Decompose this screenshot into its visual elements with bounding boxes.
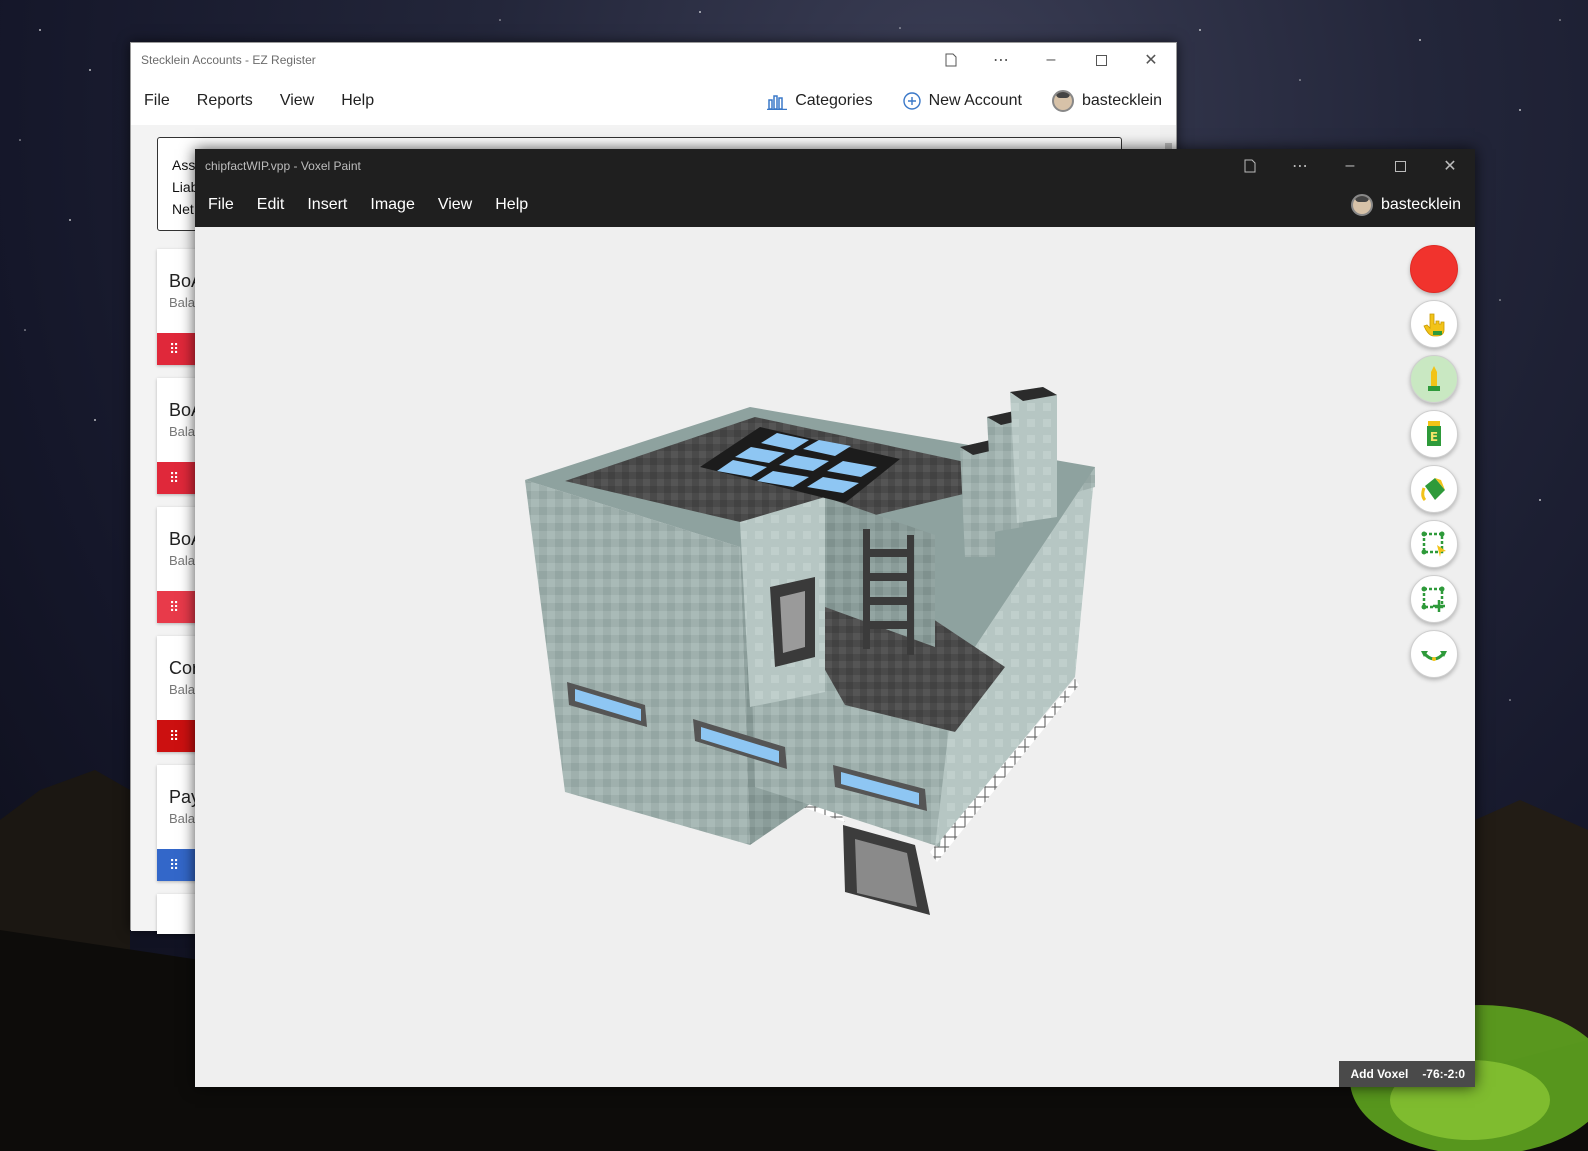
voxel-canvas[interactable]: E Add Voxel -76:-2:0 [195,227,1475,1087]
close-button[interactable]: ✕ [1126,43,1176,77]
ez-menu-reports[interactable]: Reports [197,92,253,110]
vp-titlebar[interactable]: chipfactWIP.vpp - Voxel Paint ⋯ – ✕ [195,149,1475,183]
account-balance: Bala [169,682,196,697]
ez-menubar: File Reports View Help Categories New Ac… [131,77,1176,125]
ez-menu-help[interactable]: Help [341,92,374,110]
vp-window-title: chipfactWIP.vpp - Voxel Paint [205,159,361,173]
avatar [1350,194,1373,216]
ez-user-menu[interactable]: bastecklein [1051,90,1162,112]
status-bar: Add Voxel -76:-2:0 [1338,1061,1475,1087]
voxel-building-model [525,387,1095,915]
status-coordinates: -76:-2:0 [1422,1067,1465,1081]
vp-menu-image[interactable]: Image [370,196,414,214]
more-options-icon[interactable]: ⋯ [976,43,1026,77]
drag-handle-icon: ⠿ [169,469,180,486]
ez-menu-view[interactable]: View [280,92,314,110]
account-name: Cor [169,658,199,678]
plus-circle-icon [902,92,921,110]
drag-handle-icon: ⠿ [169,856,180,873]
vp-menu-view[interactable]: View [438,196,472,214]
account-balance: Bala [169,295,196,310]
ez-menu-file[interactable]: File [144,92,170,110]
tool-palette: E [1410,245,1458,678]
drag-handle-icon: ⠿ [169,340,180,357]
account-balance: Bala [169,424,196,439]
pointer-hand-icon[interactable] [1410,300,1458,348]
more-options-icon[interactable]: ⋯ [1275,149,1325,183]
minimize-button[interactable]: – [1325,149,1375,183]
account-balance: Bala [169,553,196,568]
minimize-button[interactable]: – [1026,43,1076,77]
bar-chart-icon [767,95,788,110]
document-icon[interactable] [926,43,976,77]
document-icon[interactable] [1225,149,1275,183]
categories-button[interactable]: Categories [767,92,873,110]
vp-menu-edit[interactable]: Edit [257,196,285,214]
account-balance: Bala [169,811,196,826]
vp-menubar: File Edit Insert Image View Help basteck… [195,183,1475,227]
vp-user-menu[interactable]: bastecklein [1350,183,1461,227]
rotate-icon[interactable] [1410,630,1458,678]
maximize-button[interactable] [1375,149,1425,183]
vp-menu-insert[interactable]: Insert [307,196,347,214]
drag-handle-icon: ⠿ [169,598,180,615]
maximize-button[interactable] [1076,43,1126,77]
categories-label: Categories [795,92,873,109]
ez-username: bastecklein [1081,92,1162,109]
vp-menu-help[interactable]: Help [495,196,528,214]
new-account-button[interactable]: New Account [902,92,1022,110]
paint-bucket-icon[interactable] [1410,465,1458,513]
pencil-tool-icon[interactable] [1410,355,1458,403]
eraser-tool-icon[interactable]: E [1410,410,1458,458]
svg-text:E: E [1430,430,1438,444]
color-picker-button[interactable] [1410,245,1458,293]
voxel-paint-window[interactable]: chipfactWIP.vpp - Voxel Paint ⋯ – ✕ File… [195,149,1475,1087]
status-mode: Add Voxel [1350,1067,1409,1081]
vp-username: bastecklein [1380,196,1461,213]
new-account-label: New Account [928,92,1022,109]
ez-titlebar[interactable]: Stecklein Accounts - EZ Register ⋯ – ✕ [131,43,1176,77]
drag-handle-icon: ⠿ [169,727,180,744]
close-button[interactable]: ✕ [1425,149,1475,183]
vp-menu-file[interactable]: File [208,196,234,214]
box-select-icon[interactable] [1410,520,1458,568]
move-select-icon[interactable] [1410,575,1458,623]
ez-window-title: Stecklein Accounts - EZ Register [141,53,316,67]
avatar [1051,90,1074,112]
